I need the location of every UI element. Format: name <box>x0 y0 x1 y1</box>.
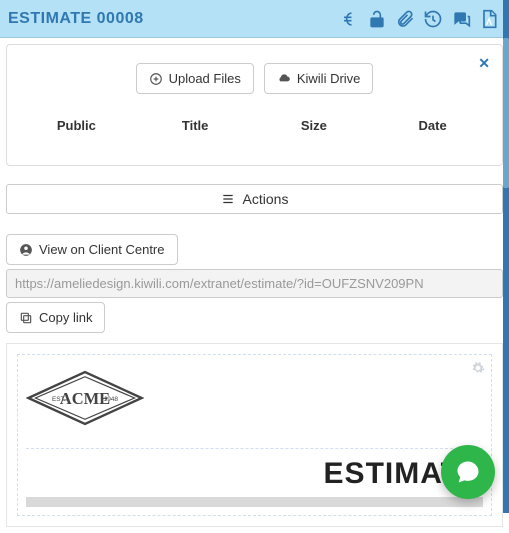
upload-files-label: Upload Files <box>169 71 241 86</box>
upload-button-row: Upload Files Kiwili Drive <box>13 63 496 94</box>
chat-fab[interactable] <box>441 445 495 499</box>
kiwili-drive-button[interactable]: Kiwili Drive <box>264 63 374 94</box>
col-size: Size <box>255 118 374 133</box>
separator <box>26 448 483 449</box>
cloud-icon <box>277 72 291 86</box>
header-icon-group <box>337 7 501 31</box>
copy-link-label: Copy link <box>39 310 92 325</box>
col-public: Public <box>17 118 136 133</box>
gear-icon[interactable] <box>471 361 485 375</box>
scrollbar-thumb[interactable] <box>503 38 509 188</box>
menu-icon <box>221 192 235 206</box>
currency-icon[interactable] <box>337 7 361 31</box>
actions-label: Actions <box>243 191 289 207</box>
preview-inner: EST. ACME 1948 ESTIMATE <box>17 354 492 516</box>
paperclip-icon[interactable] <box>393 7 417 31</box>
svg-text:1948: 1948 <box>104 396 119 403</box>
col-title: Title <box>136 118 255 133</box>
plus-circle-icon <box>149 72 163 86</box>
page-title: ESTIMATE 00008 <box>8 10 144 28</box>
view-client-centre-button[interactable]: View on Client Centre <box>6 234 178 265</box>
close-icon[interactable]: ✕ <box>478 55 490 72</box>
comments-icon[interactable] <box>449 7 473 31</box>
header-bar: ESTIMATE 00008 <box>0 0 509 38</box>
col-date: Date <box>373 118 492 133</box>
actions-dropdown[interactable]: Actions <box>6 184 503 214</box>
copy-link-button[interactable]: Copy link <box>6 302 105 333</box>
document-title: ESTIMATE <box>26 457 483 491</box>
history-icon[interactable] <box>421 7 445 31</box>
attachments-panel: ✕ Upload Files Kiwili Drive Public Title… <box>6 44 503 166</box>
copy-icon <box>19 311 33 325</box>
upload-files-button[interactable]: Upload Files <box>136 63 254 94</box>
user-circle-icon <box>19 243 33 257</box>
document-preview: EST. ACME 1948 ESTIMATE <box>6 343 503 527</box>
svg-text:ACME: ACME <box>60 389 110 408</box>
chat-icon <box>454 458 482 486</box>
company-logo: EST. ACME 1948 <box>26 363 483 444</box>
kiwili-drive-label: Kiwili Drive <box>297 71 361 86</box>
content-area: ✕ Upload Files Kiwili Drive Public Title… <box>0 38 509 533</box>
client-centre-url-input[interactable] <box>6 269 503 298</box>
unlock-icon[interactable] <box>365 7 389 31</box>
preview-header-bar <box>26 497 483 507</box>
view-client-centre-label: View on Client Centre <box>39 242 165 257</box>
pdf-icon[interactable] <box>477 7 501 31</box>
attachments-columns: Public Title Size Date <box>13 112 496 159</box>
